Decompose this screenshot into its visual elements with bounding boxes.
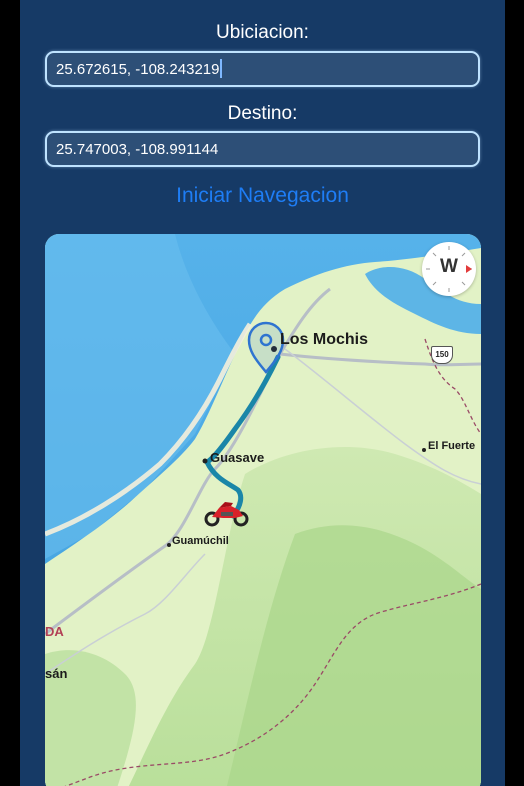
label-state-partial: DA — [45, 624, 64, 639]
map-view[interactable]: W Los Mochis Guasave El Fuerte Guamúchil… — [45, 234, 481, 786]
city-dot-guamuchil — [167, 543, 171, 547]
label-city-partial: sán — [45, 666, 68, 681]
map-canvas — [45, 234, 481, 786]
city-dot-guasave — [202, 458, 208, 464]
destination-input-value: 25.747003, -108.991144 — [56, 141, 219, 158]
compass-icon[interactable]: W — [422, 242, 476, 296]
label-guasave: Guasave — [210, 450, 265, 465]
label-el-fuerte: El Fuerte — [428, 440, 476, 452]
highway-shield: 150 — [431, 346, 453, 364]
start-navigation-button[interactable]: Iniciar Navegacion — [20, 184, 505, 208]
navigation-panel: Ubiciacion: 25.672615, -108.243219 Desti… — [20, 0, 505, 786]
origin-label: Ubiciacion: — [216, 22, 309, 43]
origin-input[interactable]: 25.672615, -108.243219 — [45, 51, 480, 87]
city-dot-el-fuerte — [422, 448, 426, 452]
origin-input-value: 25.672615, -108.243219 — [56, 61, 220, 78]
compass-heading: W — [440, 256, 458, 277]
label-guamuchil: Guamúchil — [172, 535, 229, 547]
destination-input[interactable]: 25.747003, -108.991144 — [45, 131, 480, 167]
text-cursor — [220, 59, 222, 78]
label-los-mochis: Los Mochis — [280, 331, 369, 348]
destination-label: Destino: — [227, 103, 298, 124]
